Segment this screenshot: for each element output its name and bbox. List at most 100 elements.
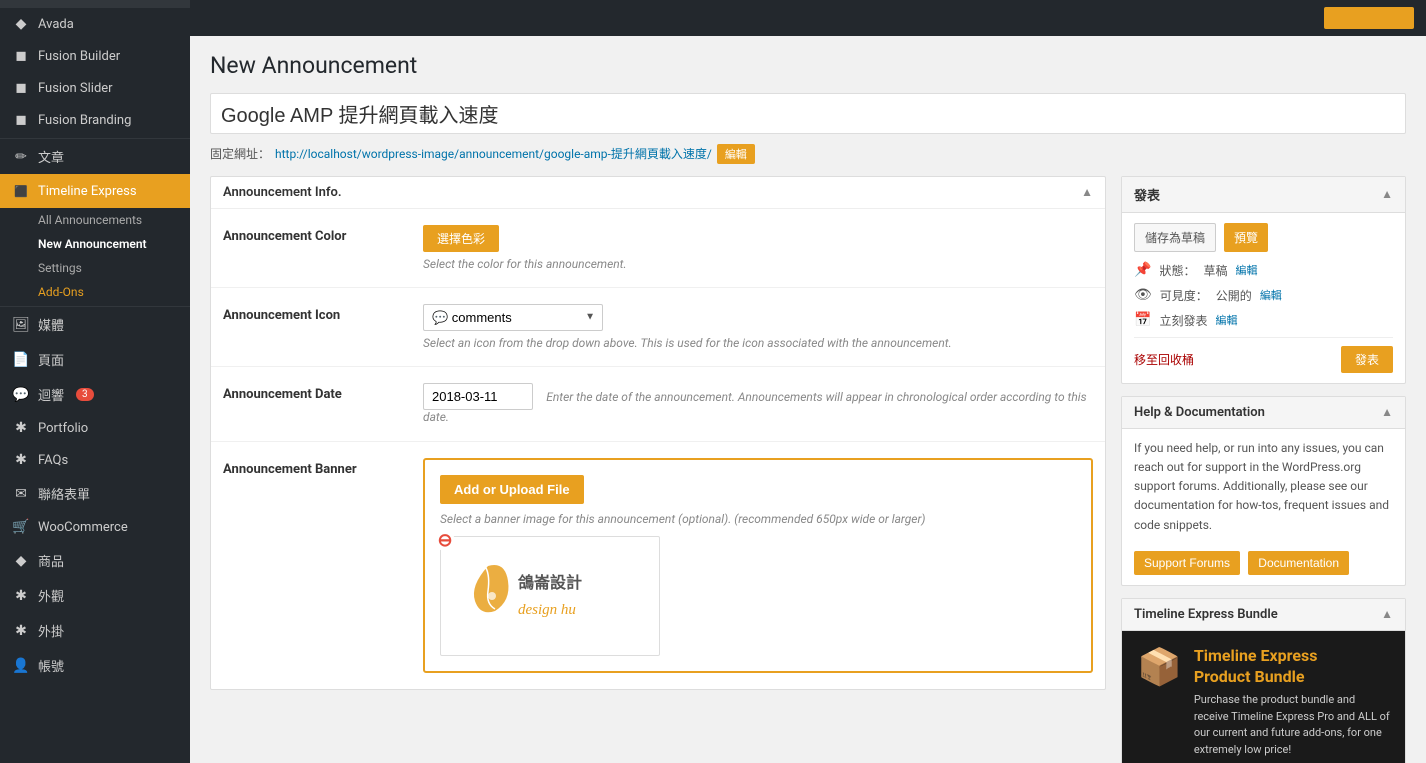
faqs-icon: ✱: [12, 452, 30, 468]
icon-content: 💬 comments Select an icon from the drop …: [423, 304, 1093, 350]
banner-section: Add or Upload File Select a banner image…: [423, 458, 1093, 673]
sidebar-item-fusion-slider[interactable]: ◼ Fusion Slider: [0, 72, 190, 104]
bundle-title-text: Timeline Express Product Bundle: [1194, 646, 1390, 688]
upload-file-btn[interactable]: Add or Upload File: [440, 475, 584, 504]
help-collapse-icon[interactable]: ▲: [1381, 405, 1393, 419]
sidebar-sub-addons[interactable]: Add-Ons: [0, 280, 190, 304]
sidebar-item-label: Fusion Slider: [38, 81, 113, 96]
banner-preview-image: 鴿崙設計 design hu: [440, 536, 660, 656]
schedule-edit-link[interactable]: 編輯: [1215, 312, 1237, 328]
visibility-edit-link[interactable]: 編輯: [1260, 287, 1282, 303]
status-value: 草稿: [1203, 262, 1227, 279]
save-draft-btn[interactable]: 儲存為草稿: [1134, 223, 1216, 252]
fusion-slider-icon: ◼: [12, 80, 30, 96]
avada-icon: ◆: [12, 16, 30, 32]
publish-collapse-icon[interactable]: ▲: [1381, 187, 1393, 201]
top-bar: [190, 0, 1426, 36]
users-icon: 👤: [12, 658, 30, 674]
sidebar-item-comments[interactable]: 💬 迴響 3: [0, 377, 190, 412]
woo-icon: 🛒: [12, 519, 30, 535]
help-title: Help & Documentation: [1134, 405, 1265, 420]
bundle-box-icon: 📦: [1137, 646, 1182, 688]
media-icon: 🖼: [12, 317, 30, 333]
trash-link[interactable]: 移至回收桶: [1134, 351, 1194, 368]
panel-body: Announcement Color 選擇色彩 Select the color…: [211, 209, 1105, 689]
banner-content: Add or Upload File Select a banner image…: [423, 458, 1093, 673]
logo-svg: 鴿崙設計 design hu: [450, 546, 650, 646]
sidebar-item-pages[interactable]: 📄 頁面: [0, 342, 190, 377]
color-label: Announcement Color: [223, 225, 403, 244]
bundle-widget: Timeline Express Bundle ▲ 📦 Timeline Exp…: [1121, 598, 1406, 763]
fusion-builder-icon: ◼: [12, 48, 30, 64]
bundle-widget-header: Timeline Express Bundle ▲: [1122, 599, 1405, 631]
fusion-branding-icon: ◼: [12, 112, 30, 128]
permalink-url[interactable]: http://localhost/wordpress-image/announc…: [275, 145, 712, 162]
main-area: New Announcement 固定網址： http://localhost/…: [190, 0, 1426, 763]
sidebar-item-faqs[interactable]: ✱ FAQs: [0, 444, 190, 476]
permalink-label: 固定網址：: [210, 145, 270, 162]
publish-widget: 發表 ▲ 儲存為草稿 預覽 📌 狀態： 草稿 編輯: [1121, 176, 1406, 384]
schedule-label: 立刻發表: [1159, 312, 1207, 329]
permalink-edit-btn[interactable]: 編輯: [717, 144, 755, 164]
date-content: Enter the date of the announcement. Anno…: [423, 383, 1093, 425]
sidebar-item-articles[interactable]: ✏ 文章: [0, 139, 190, 174]
panel-header: Announcement Info. ▲: [211, 177, 1105, 209]
banner-preview: ⊖: [440, 536, 660, 656]
icon-field-row: Announcement Icon 💬 comments Select an i…: [211, 288, 1105, 367]
visibility-label: 可見度：: [1160, 287, 1208, 304]
color-content: 選擇色彩 Select the color for this announcem…: [423, 225, 1093, 271]
sidebar-item-fusion-branding[interactable]: ◼ Fusion Branding: [0, 104, 190, 136]
banner-help: Select a banner image for this announcem…: [440, 512, 1076, 526]
panel-collapse-icon[interactable]: ▲: [1081, 185, 1093, 199]
comments-icon: 💬: [12, 387, 30, 403]
help-text: If you need help, or run into any issues…: [1134, 439, 1393, 535]
comments-badge: 3: [76, 388, 94, 401]
icon-dropdown[interactable]: 💬 comments: [423, 304, 603, 331]
sidebar-item-users[interactable]: 👤 帳號: [0, 648, 190, 683]
documentation-btn[interactable]: Documentation: [1248, 551, 1349, 575]
articles-icon: ✏: [12, 149, 30, 165]
bundle-collapse-icon[interactable]: ▲: [1381, 607, 1393, 621]
status-edit-link[interactable]: 編輯: [1235, 262, 1257, 278]
icon-label: Announcement Icon: [223, 304, 403, 323]
page-title: New Announcement: [210, 51, 1406, 81]
sidebar-item-label: Avada: [38, 17, 74, 32]
publish-title: 發表: [1134, 185, 1160, 204]
remove-banner-btn[interactable]: ⊖: [435, 531, 455, 551]
publish-btn[interactable]: 發表: [1341, 346, 1393, 373]
help-widget-body: If you need help, or run into any issues…: [1122, 429, 1405, 585]
sidebar-item-contact[interactable]: ✉ 聯絡表單: [0, 476, 190, 511]
sidebar-item-woocommerce[interactable]: 🛒 WooCommerce: [0, 511, 190, 543]
sidebar-item-media[interactable]: 🖼 媒體: [0, 307, 190, 342]
products-icon: ◆: [12, 553, 30, 569]
sidebar-item-avada[interactable]: ◆ Avada: [0, 8, 190, 40]
sidebar-item-fusion-builder[interactable]: ◼ Fusion Builder: [0, 40, 190, 72]
sidebar-item-appearance[interactable]: ✱ 外觀: [0, 578, 190, 613]
schedule-icon: 📅: [1134, 312, 1151, 328]
preview-btn[interactable]: 預覽: [1224, 223, 1268, 252]
pages-icon: 📄: [12, 352, 30, 368]
plugins-icon: ✱: [12, 623, 30, 639]
support-forums-btn[interactable]: Support Forums: [1134, 551, 1240, 575]
sidebar-item-portfolio[interactable]: ✱ Portfolio: [0, 412, 190, 444]
bundle-title: Timeline Express Bundle: [1134, 607, 1278, 622]
help-widget: Help & Documentation ▲ If you need help,…: [1121, 396, 1406, 586]
date-input[interactable]: [423, 383, 533, 410]
status-row: 📌 狀態： 草稿 編輯: [1134, 262, 1393, 279]
color-picker-btn[interactable]: 選擇色彩: [423, 225, 499, 252]
icon-select-wrapper: 💬 comments: [423, 304, 603, 331]
sidebar-item-plugins[interactable]: ✱ 外掛: [0, 613, 190, 648]
color-field-row: Announcement Color 選擇色彩 Select the color…: [211, 209, 1105, 288]
sidebar-item-timeline-express[interactable]: ⬛ Timeline Express: [0, 174, 190, 208]
announcement-info-panel: Announcement Info. ▲ Announcement Color …: [210, 176, 1106, 690]
sidebar-sub-new-announcement[interactable]: New Announcement: [0, 232, 190, 256]
svg-text:鴿崙設計: 鴿崙設計: [517, 573, 582, 592]
sidebar-sub-all-announcements[interactable]: All Announcements: [0, 208, 190, 232]
post-title-input[interactable]: [210, 93, 1406, 134]
sidebar-sub-settings[interactable]: Settings: [0, 256, 190, 280]
sidebar-item-products[interactable]: ◆ 商品: [0, 543, 190, 578]
date-label: Announcement Date: [223, 383, 403, 402]
help-widget-header: Help & Documentation ▲: [1122, 397, 1405, 429]
timeline-icon: ⬛: [12, 182, 30, 200]
bundle-banner: 📦 Timeline Express Product Bundle Purcha…: [1122, 631, 1405, 763]
